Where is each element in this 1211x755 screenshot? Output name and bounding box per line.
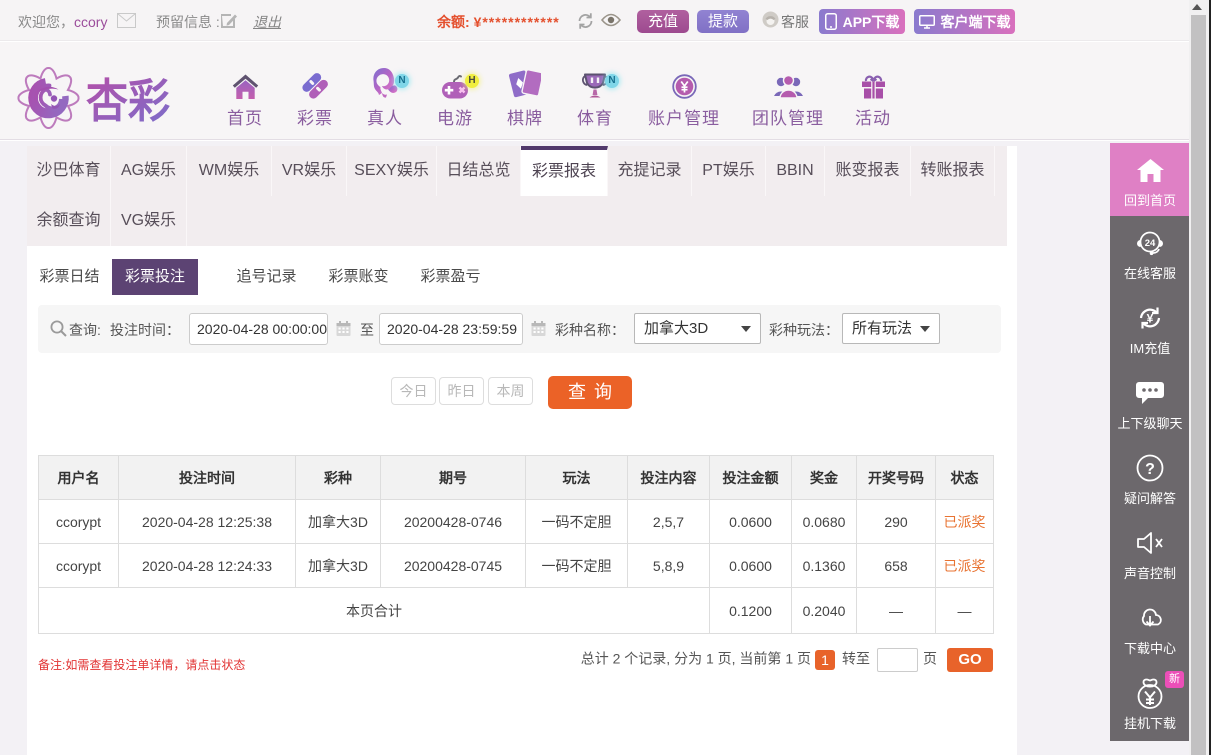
svg-text:?: ?: [1145, 461, 1155, 478]
svg-text:杏彩: 杏彩: [86, 75, 170, 127]
svg-text:¥: ¥: [1147, 312, 1154, 326]
svg-text:24: 24: [1145, 238, 1156, 249]
